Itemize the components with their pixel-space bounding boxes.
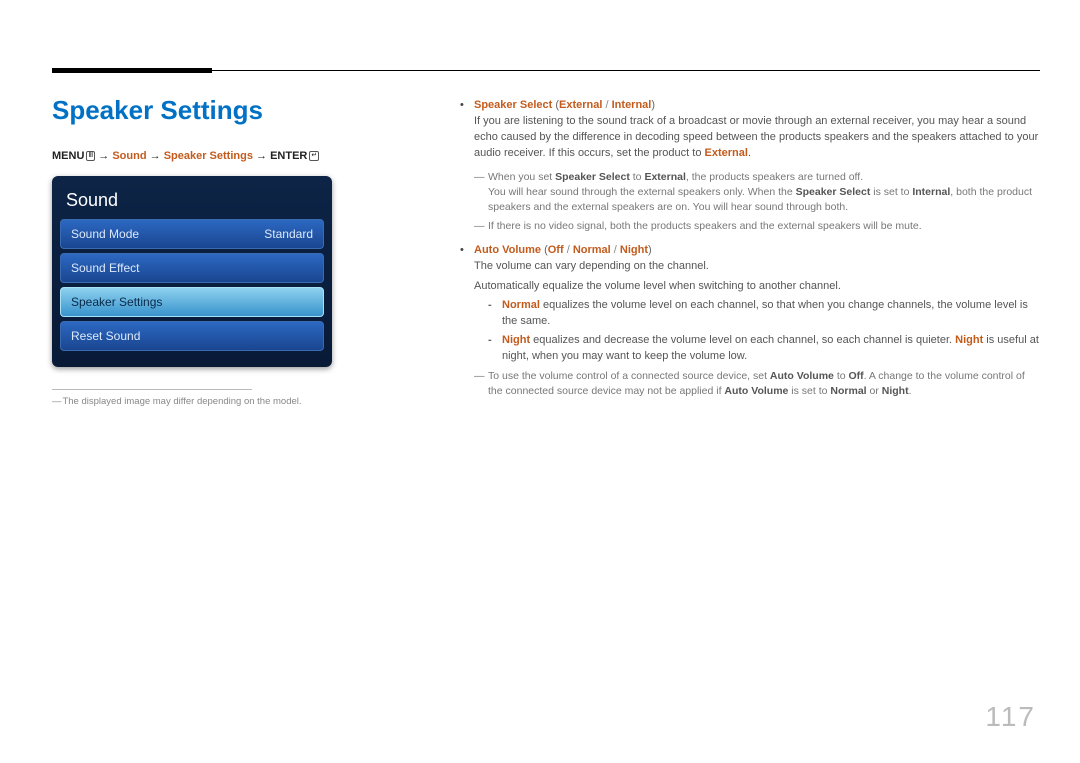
osd-item-label: Reset Sound	[71, 329, 140, 343]
bullet-speaker-select: • Speaker Select (External / Internal) I…	[460, 98, 1040, 166]
heading-text: Auto Volume	[474, 244, 541, 256]
osd-item-label: Speaker Settings	[71, 295, 162, 309]
breadcrumb-menu: MENU	[52, 150, 84, 162]
breadcrumb-arrow: →	[150, 150, 161, 162]
opt-external: External	[559, 99, 602, 111]
footnote-text: The displayed image may differ depending…	[62, 396, 301, 407]
osd-item-sound-mode[interactable]: Sound Mode Standard	[60, 219, 324, 249]
heading-text: Speaker Select	[474, 99, 552, 111]
sub-night: - Night equalizes and decrease the volum…	[474, 333, 1040, 365]
breadcrumb-speaker-settings: Speaker Settings	[164, 150, 253, 162]
osd-item-label: Sound Effect	[71, 261, 140, 275]
note-dash: ―	[474, 219, 488, 234]
auto-volume-heading: Auto Volume (Off / Normal / Night)	[474, 243, 1040, 259]
left-column: Speaker Settings MENUⅢ → Sound → Speaker…	[52, 95, 342, 407]
auto-volume-line1: The volume can vary depending on the cha…	[474, 259, 1040, 275]
header-rule-thick	[52, 68, 212, 73]
page-number: 117	[985, 701, 1036, 733]
enter-icon: ↵	[309, 151, 319, 161]
note-speaker-select-1: ― When you set Speaker Select to Externa…	[460, 170, 1040, 216]
opt-internal: Internal	[612, 99, 652, 111]
footnote-dash: ―	[52, 396, 60, 407]
osd-item-value: Standard	[264, 227, 313, 241]
page-title: Speaker Settings	[52, 95, 342, 126]
osd-item-sound-effect[interactable]: Sound Effect	[60, 253, 324, 283]
sub-dash: -	[488, 333, 502, 365]
sub-normal: - Normal equalizes the volume level on e…	[474, 298, 1040, 330]
left-footnote: ― The displayed image may differ dependi…	[52, 396, 342, 407]
bullet-auto-volume: • Auto Volume (Off / Normal / Night) The…	[460, 243, 1040, 366]
breadcrumb-arrow: →	[98, 150, 109, 162]
osd-item-reset-sound[interactable]: Reset Sound	[60, 321, 324, 351]
right-column: • Speaker Select (External / Internal) I…	[460, 98, 1040, 404]
osd-item-label: Sound Mode	[71, 227, 139, 241]
breadcrumb-enter: ENTER	[270, 150, 307, 162]
breadcrumb-arrow: →	[256, 150, 267, 162]
breadcrumb-sound: Sound	[112, 150, 146, 162]
osd-item-speaker-settings[interactable]: Speaker Settings	[60, 287, 324, 317]
speaker-select-body: If you are listening to the sound track …	[474, 114, 1040, 162]
menu-icon: Ⅲ	[86, 151, 95, 161]
note-auto-volume: ― To use the volume control of a connect…	[460, 369, 1040, 399]
footnote-rule	[52, 389, 252, 390]
bullet-dot: •	[460, 243, 474, 366]
bullet-dot: •	[460, 98, 474, 166]
note-dash: ―	[474, 369, 488, 399]
auto-volume-line2: Automatically equalize the volume level …	[474, 279, 1040, 295]
osd-title: Sound	[60, 186, 324, 219]
note-speaker-select-2: ― If there is no video signal, both the …	[460, 219, 1040, 234]
opt-off: Off	[548, 244, 564, 256]
sub-dash: -	[488, 298, 502, 330]
opt-night: Night	[620, 244, 648, 256]
osd-panel: Sound Sound Mode Standard Sound Effect S…	[52, 176, 332, 367]
note-dash: ―	[474, 170, 488, 216]
breadcrumb: MENUⅢ → Sound → Speaker Settings → ENTER…	[52, 150, 342, 162]
opt-normal: Normal	[573, 244, 611, 256]
speaker-select-heading: Speaker Select (External / Internal)	[474, 98, 1040, 114]
